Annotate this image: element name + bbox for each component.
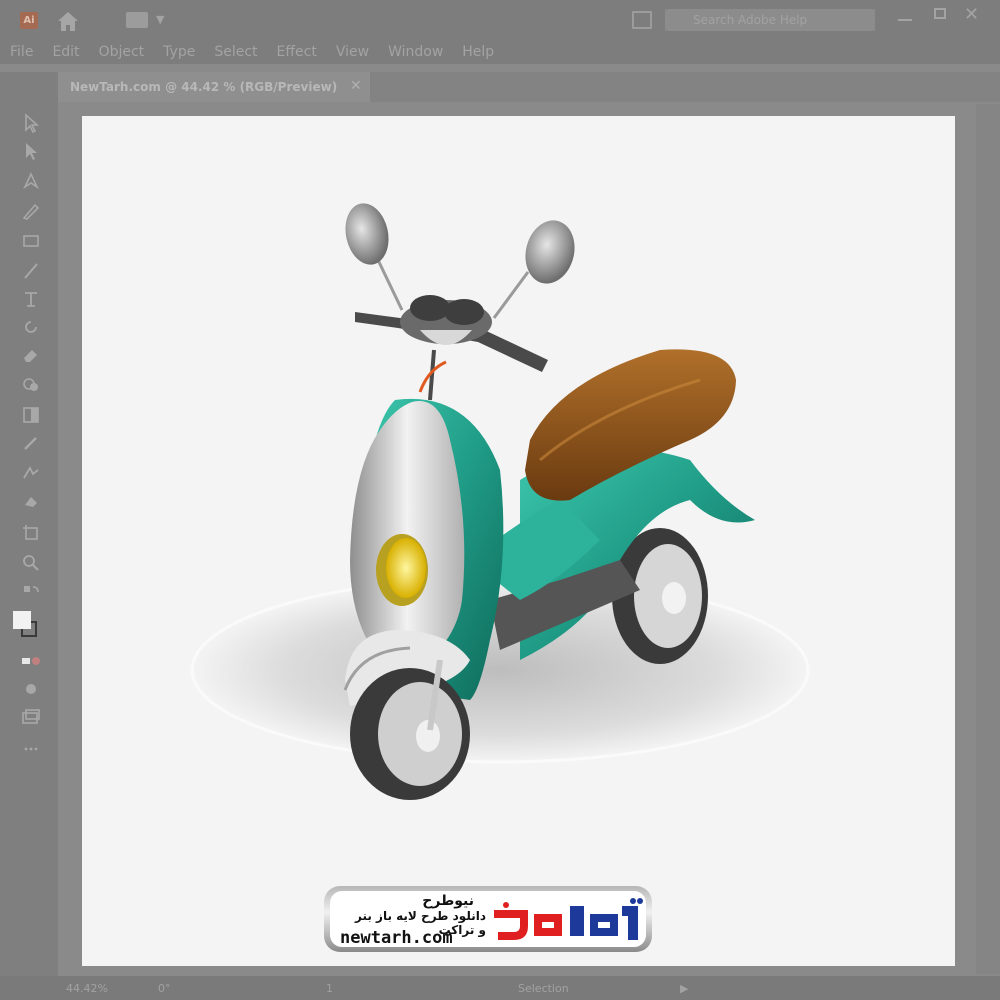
close-button[interactable]: ✕ [964,4,979,25]
shape-builder-tool-icon[interactable] [20,374,42,396]
play-icon[interactable]: ▶ [680,982,688,995]
chevron-down-icon[interactable]: ▼ [156,13,164,26]
more-tools-icon[interactable] [20,738,42,760]
fill-stroke-swatch-icon[interactable] [12,610,38,638]
rectangle-tool-icon[interactable] [20,230,42,252]
pen-tool-icon[interactable] [20,170,42,192]
watermark-url: newtarh.com [340,928,453,948]
menu-file[interactable]: File [0,44,42,60]
tools-panel [0,72,58,1000]
blend-tool-icon[interactable] [20,462,42,484]
vertical-scrollbar[interactable] [976,104,1000,974]
curvature-tool-icon[interactable] [20,200,42,222]
close-tab-icon[interactable]: ✕ [350,78,362,94]
gradient-tool-icon[interactable] [20,404,42,426]
maximize-button[interactable] [934,8,946,19]
watermark-title: نیوطرح [422,893,474,909]
current-tool-label: Selection [518,982,569,995]
draw-mode-icon[interactable] [20,678,42,700]
symbol-sprayer-tool-icon[interactable] [20,490,42,512]
selection-tool-icon[interactable] [20,112,42,134]
eyedropper-tool-icon[interactable] [20,432,42,454]
newtarh-logo [494,898,643,940]
rotate-tool-icon[interactable] [20,316,42,338]
menu-type[interactable]: Type [153,44,204,60]
artboard-tool-icon[interactable] [20,522,42,544]
menu-edit[interactable]: Edit [42,44,88,60]
menu-help[interactable]: Help [452,44,503,60]
arrange-documents-icon[interactable] [632,11,652,29]
search-input[interactable]: Search Adobe Help [665,9,875,31]
screen-mode-icon[interactable] [20,706,42,728]
document-tab[interactable]: NewTarh.com @ 44.42 % (RGB/Preview) [58,72,370,102]
minimize-button[interactable] [898,19,912,21]
menu-effect[interactable]: Effect [267,44,326,60]
workspace-layout-icon[interactable] [126,12,148,28]
menu-view[interactable]: View [326,44,378,60]
artboard-canvas[interactable] [82,116,955,966]
app-logo[interactable]: Ai [20,12,38,29]
eraser-tool-icon[interactable] [20,344,42,366]
paintbrush-tool-icon[interactable] [20,260,42,282]
menu-object[interactable]: Object [89,44,154,60]
rotate-view-angle[interactable]: 0° [158,982,171,995]
menu-select[interactable]: Select [204,44,266,60]
artboard-number[interactable]: 1 [326,982,333,995]
zoom-level[interactable]: 44.42% [66,982,108,995]
type-tool-icon[interactable] [20,288,42,310]
home-icon[interactable] [56,10,80,32]
zoom-tool-icon[interactable] [20,552,42,574]
menu-window[interactable]: Window [378,44,452,60]
menu-bar: File Edit Object Type Select Effect View… [0,40,1000,64]
status-bar: 44.42% 0° 1 Selection ▶ [0,976,1000,1000]
color-mode-icon[interactable] [20,650,42,672]
direct-selection-tool-icon[interactable] [20,140,42,162]
swap-colors-icon[interactable] [20,582,42,604]
